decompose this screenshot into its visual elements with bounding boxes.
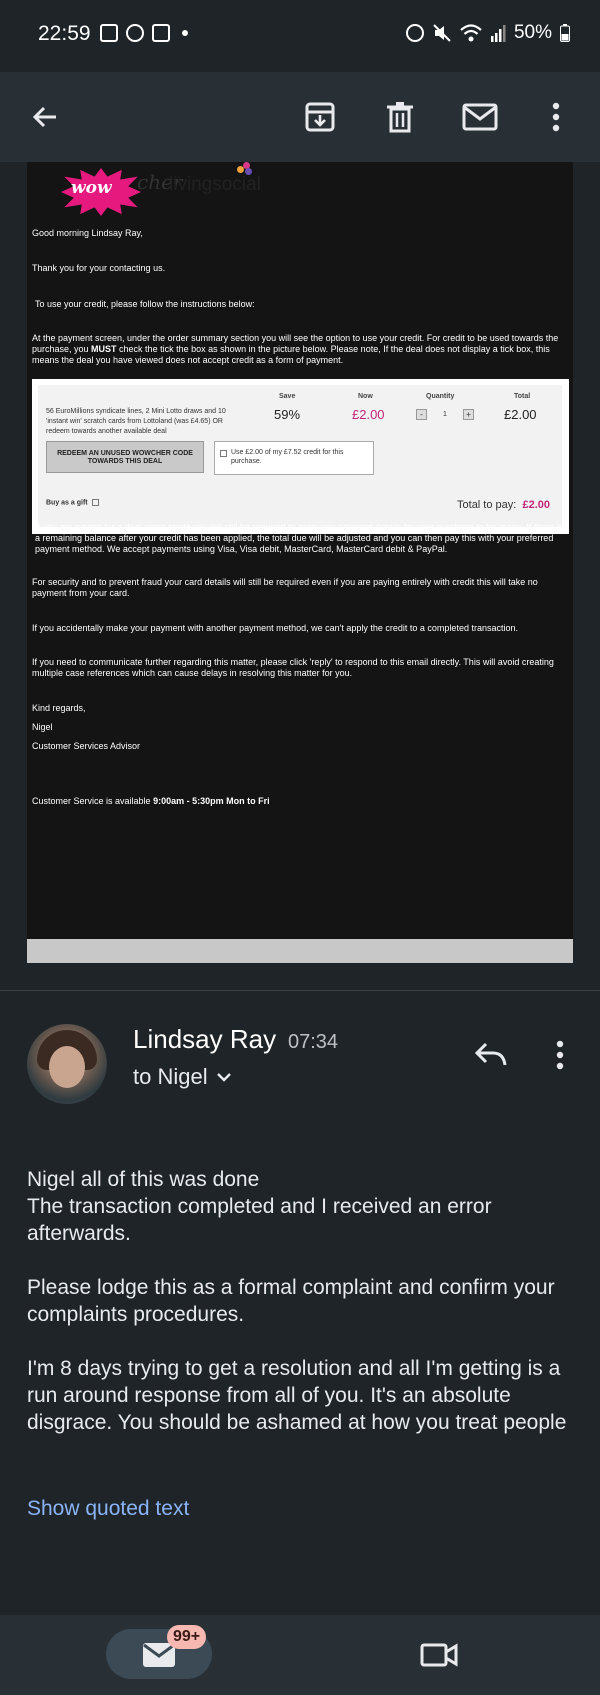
paragraph: For security and to prevent fraud your c… [32, 577, 538, 598]
use-credit-option: Use £2.00 of my £7.52 credit for this pu… [214, 441, 374, 475]
qty-minus: - [416, 409, 427, 420]
gift-option: Buy as a gift [46, 499, 99, 506]
service-hours: Customer Service is available 9:00am - 5… [32, 796, 270, 806]
order-summary-screenshot: Save Now Quantity Total 56 EuroMillions … [32, 379, 569, 534]
recipients-toggle[interactable]: to Nigel [133, 1064, 232, 1090]
message-more-button[interactable] [556, 1040, 570, 1080]
system-icons: 50% [405, 22, 570, 44]
quoted-email-footer-strip [27, 939, 573, 963]
wowcher-logo-text: wow [71, 178, 112, 198]
message-line: The transaction completed and I received… [27, 1195, 492, 1245]
notification-icons [100, 24, 188, 42]
header-save: Save [279, 393, 296, 400]
app-bar [0, 72, 600, 162]
order-summary-panel: Save Now Quantity Total 56 EuroMillions … [38, 385, 562, 527]
wifi-icon [460, 24, 482, 42]
paragraph: Thank you for your contacting us. [32, 263, 166, 273]
redeem-code-button: REDEEM AN UNUSED WOWCHER CODE TOWARDS TH… [46, 441, 204, 473]
paragraph: If you need to communicate further regar… [32, 657, 554, 678]
now-price: £2.00 [352, 407, 385, 422]
facebook-icon [126, 24, 144, 42]
header-now: Now [358, 393, 373, 400]
signer-role: Customer Services Advisor [32, 741, 141, 751]
video-icon [420, 1643, 458, 1667]
more-options-button[interactable] [533, 94, 579, 140]
deal-description: 56 EuroMillions syndicate lines, 2 Mini … [46, 408, 226, 435]
signoff: Kind regards, [32, 703, 86, 713]
reply-icon [474, 1042, 507, 1066]
more-notifications-dot [182, 30, 188, 36]
signal-icon [490, 25, 506, 42]
paragraph: If you accidentally make your payment wi… [32, 623, 518, 633]
archive-button[interactable] [297, 94, 343, 140]
gift-checkbox [91, 499, 99, 506]
delete-button[interactable] [377, 94, 423, 140]
paragraph: To use your credit, please follow the in… [35, 299, 255, 309]
total-to-pay: Total to pay: £2.00 [457, 499, 550, 511]
status-bar: 22:59 50% [0, 0, 600, 72]
gift-label: Buy as a gift [46, 499, 88, 507]
gallery-icon [100, 24, 118, 42]
more-vert-icon [556, 1040, 564, 1070]
message-line: Nigel all of this was done [27, 1168, 260, 1191]
message-body: Nigel all of this was done The transacti… [27, 1166, 567, 1247]
nav-meet-tab[interactable] [420, 1641, 460, 1669]
battery-percent: 50% [513, 22, 552, 43]
message-paragraph: Please lodge this as a formal complaint … [27, 1276, 555, 1326]
unread-count-badge: 99+ [167, 1625, 207, 1649]
paragraph: At the payment screen, under the order s… [32, 333, 559, 365]
mute-icon [433, 24, 451, 42]
status-time: 22:59 [38, 22, 91, 45]
header-total: Total [514, 393, 531, 400]
trash-icon [387, 102, 413, 133]
livingsocial-dots-icon [237, 162, 253, 176]
credit-label: Use £2.00 of my £7.52 credit for this pu… [231, 449, 344, 465]
paragraph: If you are paying for a deal using credi… [35, 522, 564, 554]
header-quantity: Quantity [426, 393, 455, 400]
credit-checkbox [220, 450, 227, 457]
sender-name: Lindsay Ray [133, 1024, 277, 1054]
to-pay-value: £2.00 [522, 499, 550, 511]
total-price: £2.00 [504, 407, 537, 422]
message-time: 07:34 [288, 1031, 339, 1053]
archive-icon [305, 102, 335, 132]
back-button[interactable] [22, 94, 68, 140]
recipient-label: to Nigel [133, 1064, 208, 1089]
alarm-icon [405, 24, 424, 42]
message-divider [0, 990, 600, 991]
greeting: Good morning Lindsay Ray, [32, 228, 143, 238]
quoted-email-body: wow cher livingsocial Good morning Linds… [27, 162, 573, 962]
qty-plus: + [463, 409, 474, 420]
mail-icon [462, 103, 498, 131]
livingsocial-logo: livingsocial [169, 174, 261, 195]
avatar[interactable] [27, 1024, 107, 1104]
reply-button[interactable] [474, 1040, 514, 1080]
save-value: 59% [274, 407, 301, 422]
chevron-down-icon [216, 1073, 231, 1082]
arrow-back-icon [32, 106, 56, 128]
more-vert-icon [552, 102, 560, 132]
to-pay-label: Total to pay: [457, 499, 517, 511]
message-paragraph: I'm 8 days trying to get a resolution an… [27, 1357, 567, 1434]
battery-icon [560, 24, 570, 42]
signer-name: Nigel [32, 722, 53, 732]
mark-unread-button[interactable] [457, 94, 503, 140]
show-quoted-text-link[interactable]: Show quoted text [27, 1497, 189, 1521]
quantity-stepper: - 1 + [416, 409, 474, 420]
qty-value: 1 [443, 411, 447, 418]
bottom-navigation: 99+ [0, 1615, 600, 1695]
instagram-icon [152, 24, 170, 42]
